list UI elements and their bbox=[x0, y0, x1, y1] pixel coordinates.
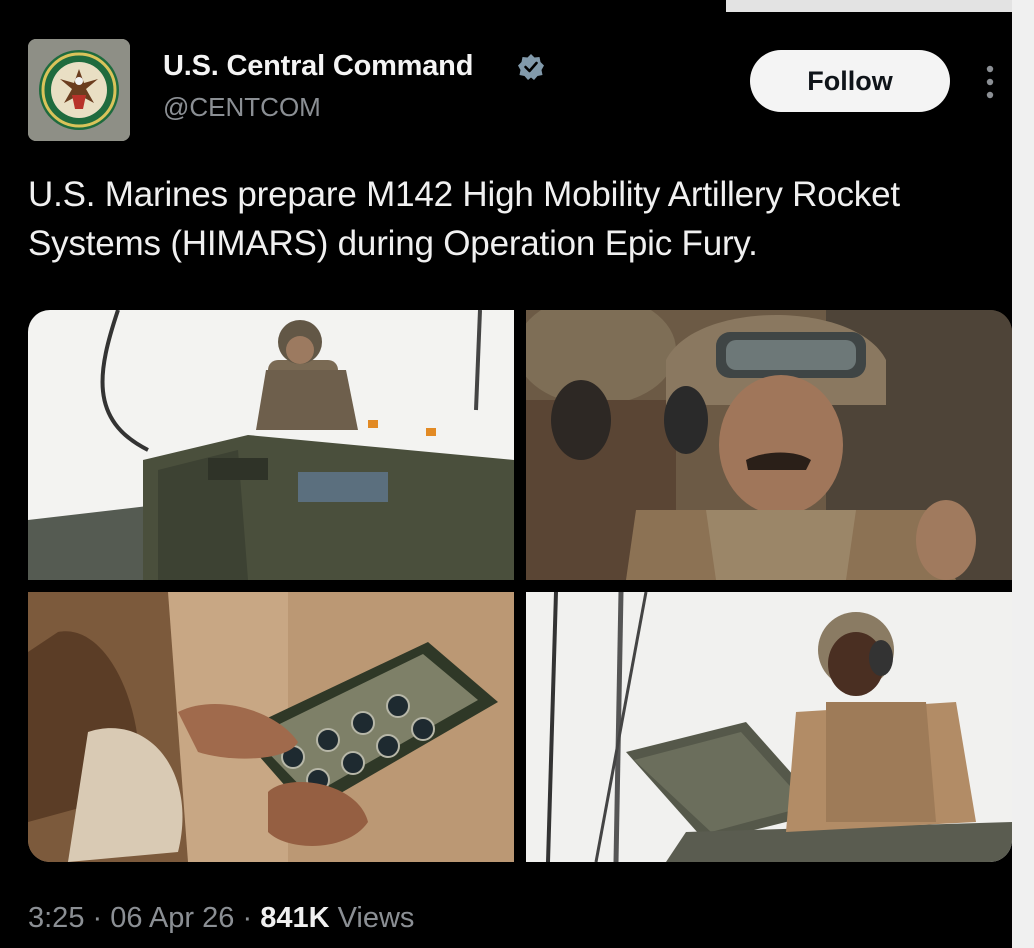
views-label: Views bbox=[337, 902, 415, 934]
post-metadata: 3:25 · 06 Apr 26 · 841K Views bbox=[28, 902, 414, 935]
account-handle[interactable]: @CENTCOM bbox=[163, 92, 321, 123]
meta-separator: · bbox=[92, 902, 103, 934]
more-vertical-icon[interactable] bbox=[978, 62, 1002, 102]
photo-marine-vehicle-hatch[interactable] bbox=[526, 592, 1012, 862]
photo-hands-rocket-pod[interactable] bbox=[28, 592, 514, 862]
tweet-card[interactable]: U.S. Central Command @CENTCOM Follow U.S… bbox=[0, 12, 1012, 948]
avatar[interactable] bbox=[28, 39, 130, 141]
background-margin bbox=[1012, 0, 1034, 948]
centcom-seal-icon bbox=[28, 39, 130, 141]
media-grid[interactable] bbox=[28, 310, 1012, 862]
page: U.S. Central Command @CENTCOM Follow U.S… bbox=[0, 0, 1034, 948]
photo-marine-atop-himars[interactable] bbox=[28, 310, 514, 580]
views-count[interactable]: 841K bbox=[260, 902, 329, 934]
post-text: U.S. Marines prepare M142 High Mobility … bbox=[28, 175, 900, 263]
follow-button[interactable]: Follow bbox=[750, 50, 950, 112]
post-date[interactable]: 06 Apr 26 bbox=[110, 902, 234, 934]
verified-badge-icon bbox=[518, 54, 544, 80]
photo-marines-helmets[interactable] bbox=[526, 310, 1012, 580]
display-name[interactable]: U.S. Central Command bbox=[163, 50, 473, 83]
post-time[interactable]: 3:25 bbox=[28, 902, 84, 934]
meta-separator: · bbox=[242, 902, 253, 934]
background-strip bbox=[726, 0, 1034, 12]
